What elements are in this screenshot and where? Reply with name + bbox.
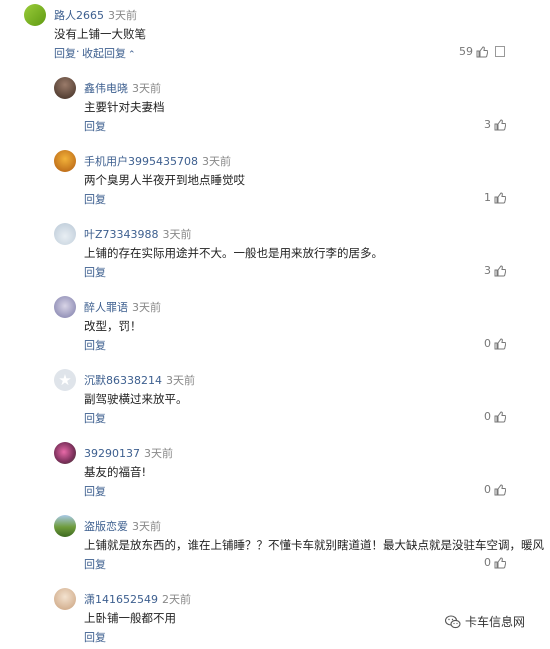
comment-time: 3天前 [202,155,231,168]
like-count: 59 [459,45,473,58]
comment-text: 上铺就是放东西的，谁在上铺睡？？不懂卡车就别瞎道道！最大缺点就是没驻车空调，暖风 [84,538,544,552]
comment-text: 没有上铺一大败笔 [54,27,146,41]
thumbs-up-icon [494,483,506,495]
like-count: 0 [484,556,491,569]
like-count: 3 [484,264,491,277]
reply-button[interactable]: 回复 [84,483,106,499]
comment-user[interactable]: 盗版恋爱 3天前 [84,518,161,534]
comment-text: 上铺的存在实际用途并不大。一般也是用来放行李的居多。 [84,246,383,260]
comment-user[interactable]: 39290137 3天前 [84,445,173,461]
avatar[interactable] [54,223,76,245]
comment-time: 3天前 [132,520,161,533]
thumbs-up-icon [494,556,506,568]
watermark: 卡车信息网 [445,613,525,630]
reply-button[interactable]: 回复 [84,629,106,645]
like-count: 3 [484,118,491,131]
thumbs-up-icon [476,45,488,57]
comment-text: 两个臭男人半夜开到地点睡觉哎 [84,173,245,187]
avatar[interactable] [54,515,76,537]
like-count: 0 [484,337,491,350]
like-button[interactable]: 3 [484,118,506,131]
like-count: 1 [484,191,491,204]
wechat-logo-icon [445,614,461,628]
report-icon[interactable] [495,46,505,57]
comment-user[interactable]: 沉默86338214 3天前 [84,372,195,388]
avatar[interactable] [24,4,46,26]
collapse-replies-button[interactable]: 收起回复 ⌃ [82,45,136,61]
reply-button[interactable]: 回复 [84,410,106,426]
comment-text: 上卧铺一般都不用 [84,611,176,625]
thumbs-up-icon [494,410,506,422]
comment-user[interactable]: 鑫伟电晓 3天前 [84,80,161,96]
like-button[interactable]: 59 [459,45,488,58]
comment-user[interactable]: 手机用户3995435708 3天前 [84,153,231,169]
avatar[interactable]: ★ [54,369,76,391]
avatar[interactable] [54,588,76,610]
comment-time: 3天前 [132,82,161,95]
comment-user[interactable]: 路人2665 3天前 [54,7,137,23]
like-button[interactable]: 0 [484,483,506,496]
comment-time: 3天前 [162,228,192,241]
reply-button[interactable]: 回复 [84,264,106,280]
comment-text: 主要针对夫妻档 [84,100,165,114]
comment-time: 3天前 [132,301,161,314]
reply-button[interactable]: 回复 [84,191,106,207]
comment-time: 3天前 [108,9,137,22]
comment-time: 3天前 [166,374,195,387]
thumbs-up-icon [494,191,506,203]
avatar[interactable] [54,442,76,464]
like-button[interactable]: 0 [484,410,506,423]
comment-text: 基友的福音! [84,465,147,479]
chevron-up-icon: ⌃ [128,50,136,60]
like-count: 0 [484,410,491,423]
like-button[interactable]: 3 [484,264,506,277]
comment-text: 副驾驶横过来放平。 [84,392,188,406]
comment-user[interactable]: 醉人罪语 3天前 [84,299,161,315]
reply-button[interactable]: 回复 [54,45,76,61]
separator-dot: · [76,45,80,58]
like-button[interactable]: 0 [484,337,506,350]
avatar[interactable] [54,150,76,172]
thumbs-up-icon [494,118,506,130]
reply-button[interactable]: 回复 [84,556,106,572]
thumbs-up-icon [494,264,506,276]
like-count: 0 [484,483,491,496]
like-button[interactable]: 1 [484,191,506,204]
watermark-text: 卡车信息网 [465,615,526,629]
comment-user[interactable]: 叶Z73343988 3天前 [84,226,192,242]
comment-time: 2天前 [162,593,191,606]
comment-time: 3天前 [144,447,173,460]
like-button[interactable]: 0 [484,556,506,569]
default-star-icon: ★ [58,371,72,389]
comment-text: 改型，罚！ [84,319,142,333]
reply-button[interactable]: 回复 [84,337,106,353]
thumbs-up-icon [494,337,506,349]
avatar[interactable] [54,296,76,318]
avatar[interactable] [54,77,76,99]
reply-button[interactable]: 回复 [84,118,106,134]
comment-user[interactable]: 潇141652549 2天前 [84,591,191,607]
